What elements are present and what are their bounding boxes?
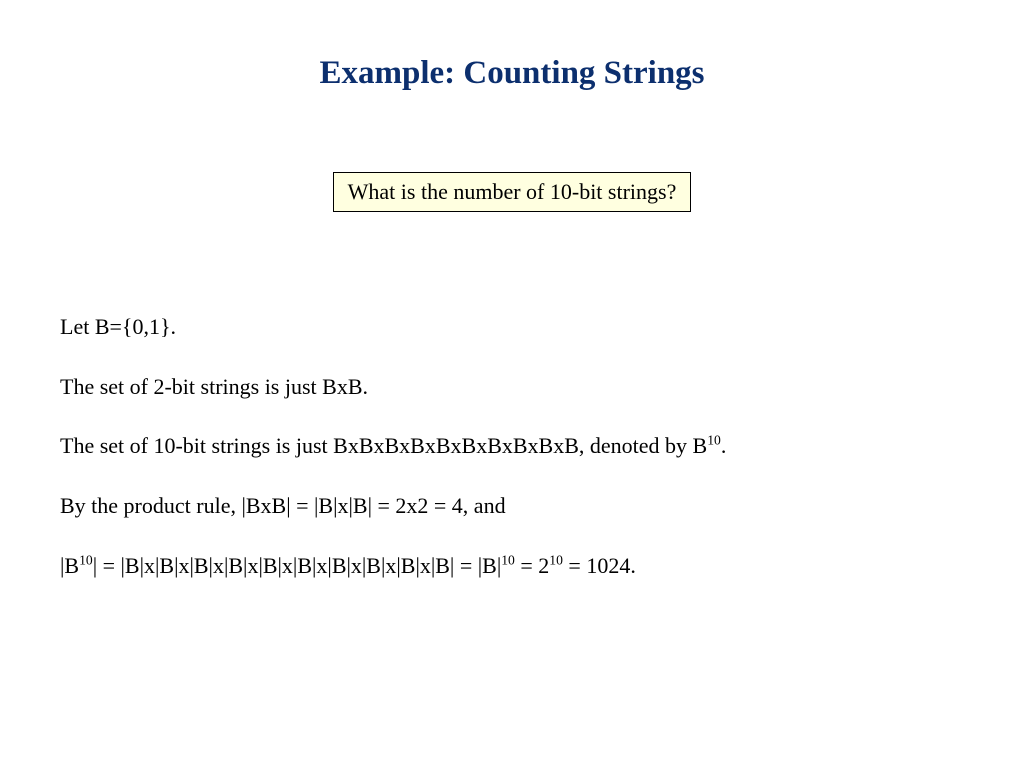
p5-sup1: 10 xyxy=(79,552,93,567)
p5-sup3: 10 xyxy=(549,552,563,567)
slide: Example: Counting Strings What is the nu… xyxy=(0,0,1024,768)
question-box: What is the number of 10-bit strings? xyxy=(333,172,692,212)
paragraph-3: The set of 10-bit strings is just BxBxBx… xyxy=(60,431,964,461)
paragraph-1: Let B={0,1}. xyxy=(60,312,964,342)
paragraph-2: The set of 2-bit strings is just BxB. xyxy=(60,372,964,402)
body-text: Let B={0,1}. The set of 2-bit strings is… xyxy=(60,312,964,580)
p5-part-c: = 2 xyxy=(515,553,549,578)
paragraph-4: By the product rule, |BxB| = |B|x|B| = 2… xyxy=(60,491,964,521)
question-text: What is the number of 10-bit strings? xyxy=(348,179,677,204)
p5-part-a: |B xyxy=(60,553,79,578)
paragraph-5: |B10| = |B|x|B|x|B|x|B|x|B|x|B|x|B|x|B|x… xyxy=(60,551,964,581)
slide-title: Example: Counting Strings xyxy=(60,55,964,92)
p5-part-b: | = |B|x|B|x|B|x|B|x|B|x|B|x|B|x|B|x|B|x… xyxy=(93,553,502,578)
p3-part-b: . xyxy=(721,433,727,458)
p5-sup2: 10 xyxy=(501,552,515,567)
p3-part-a: The set of 10-bit strings is just BxBxBx… xyxy=(60,433,707,458)
p5-part-d: = 1024. xyxy=(563,553,636,578)
p3-superscript: 10 xyxy=(707,433,721,448)
